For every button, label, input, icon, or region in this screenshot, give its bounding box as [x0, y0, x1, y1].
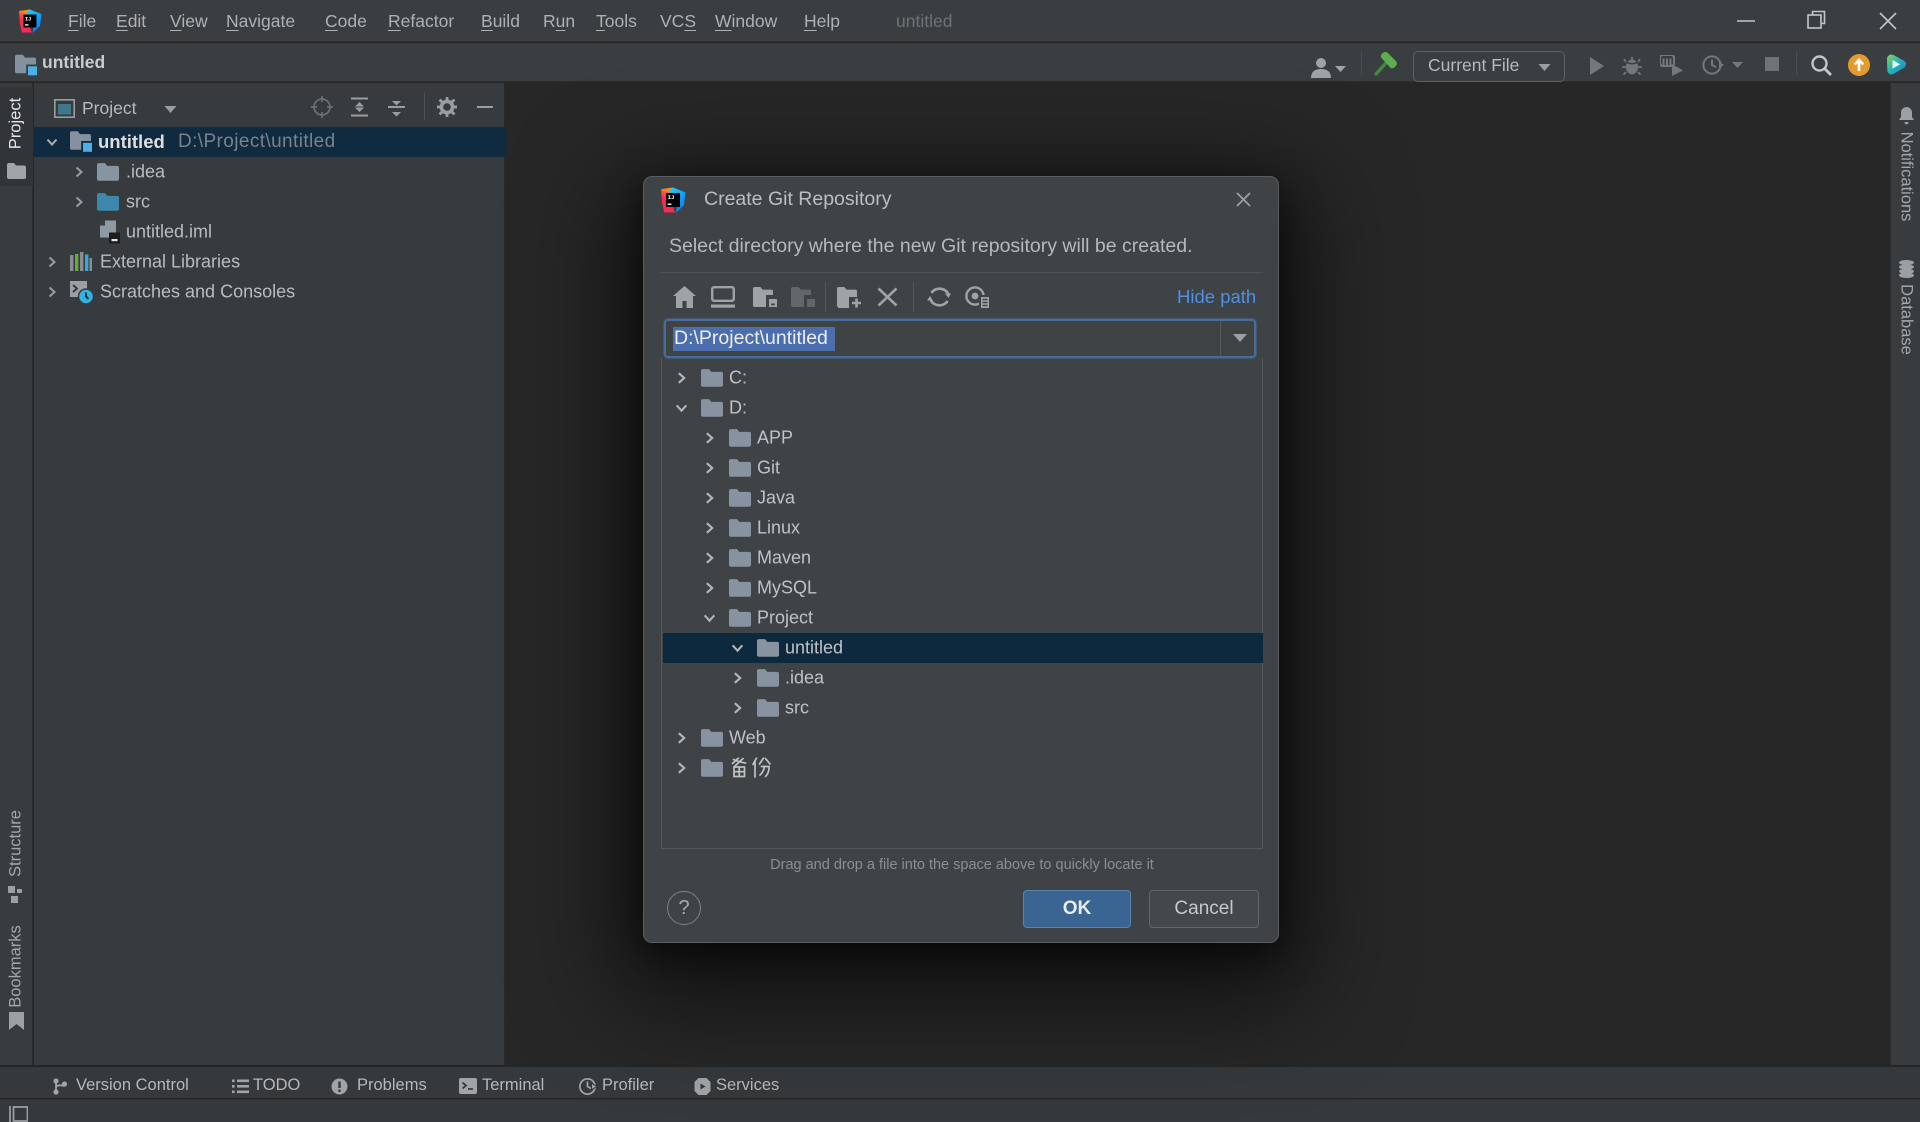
svg-text:IJ: IJ — [25, 16, 31, 22]
svg-text:IJ: IJ — [668, 194, 675, 201]
